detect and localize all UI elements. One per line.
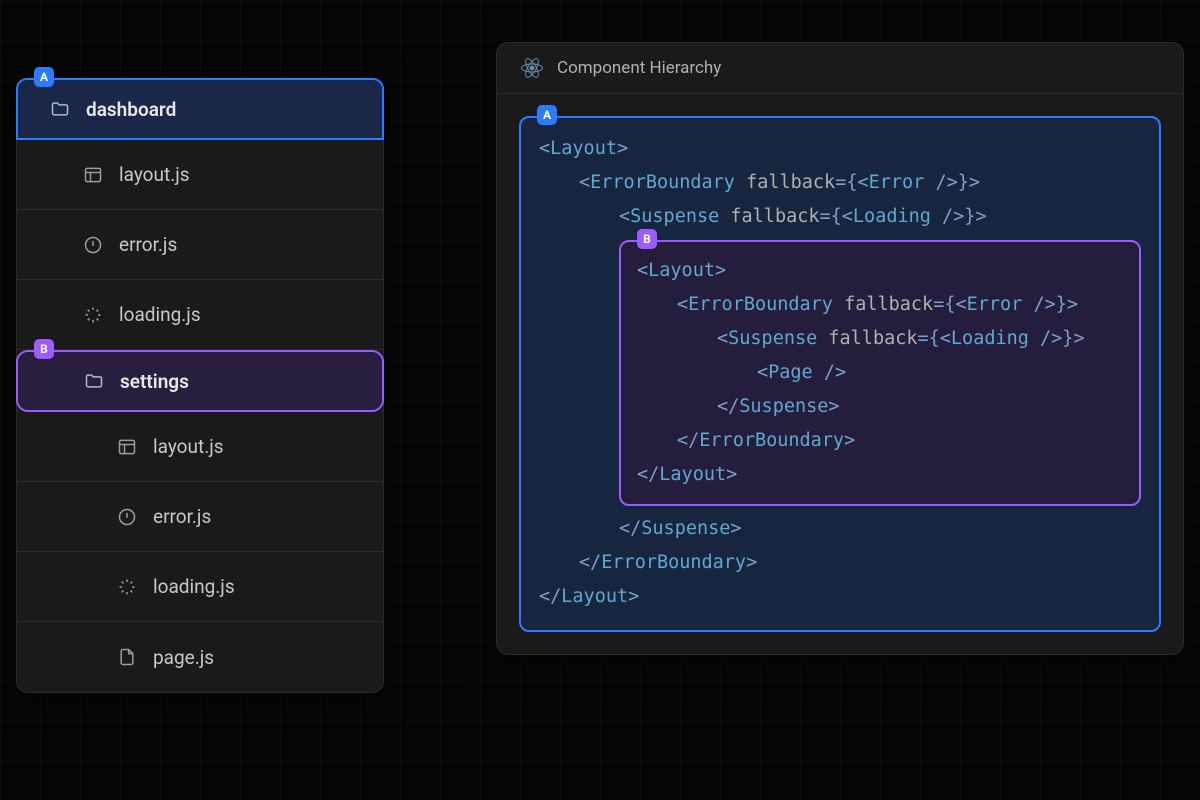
folder-label: settings xyxy=(120,370,189,393)
file-error-b[interactable]: error.js xyxy=(17,482,383,552)
code-line: </Layout> xyxy=(539,580,1141,614)
file-error-a[interactable]: error.js xyxy=(17,210,383,280)
error-icon xyxy=(117,507,137,527)
file-layout-a[interactable]: layout.js xyxy=(17,140,383,210)
folder-settings[interactable]: B settings xyxy=(16,350,384,412)
code-line: </ErrorBoundary> xyxy=(637,424,1123,458)
badge-b: B xyxy=(637,229,657,249)
code-line: </Suspense> xyxy=(637,390,1123,424)
file-loading-a[interactable]: loading.js xyxy=(17,280,383,350)
file-label: page.js xyxy=(153,646,214,669)
loading-icon xyxy=(117,577,137,597)
panel-title: Component Hierarchy xyxy=(557,58,721,78)
code-line: <Layout> xyxy=(637,254,1123,288)
code-line: </Suspense> xyxy=(539,512,1141,546)
error-icon xyxy=(83,235,103,255)
layout-icon xyxy=(117,437,137,457)
badge-b: B xyxy=(34,339,54,359)
outer-code-box: A <Layout> <ErrorBoundary fallback={<Err… xyxy=(519,116,1161,632)
file-label: error.js xyxy=(119,233,177,256)
file-loading-b[interactable]: loading.js xyxy=(17,552,383,622)
folder-label: dashboard xyxy=(86,98,176,121)
folder-icon xyxy=(50,99,70,119)
file-label: layout.js xyxy=(153,435,224,458)
react-icon xyxy=(521,57,543,79)
layout-icon xyxy=(83,165,103,185)
code-line: <Suspense fallback={<Loading />}> xyxy=(539,200,1141,234)
panel-header: Component Hierarchy xyxy=(497,43,1183,94)
inner-code-box: B <Layout> <ErrorBoundary fallback={<Err… xyxy=(619,240,1141,506)
code-line: <Layout> xyxy=(539,132,1141,166)
file-tree-panel: A dashboard layout.js error.js loading.j… xyxy=(16,78,384,693)
folder-dashboard[interactable]: A dashboard xyxy=(16,78,384,140)
file-page-b[interactable]: page.js xyxy=(17,622,383,692)
loading-icon xyxy=(83,305,103,325)
file-label: loading.js xyxy=(119,303,201,326)
code-line: <ErrorBoundary fallback={<Error />}> xyxy=(637,288,1123,322)
badge-a: A xyxy=(537,105,557,125)
file-label: loading.js xyxy=(153,575,235,598)
badge-a: A xyxy=(34,67,54,87)
code-line: <ErrorBoundary fallback={<Error />}> xyxy=(539,166,1141,200)
file-layout-b[interactable]: layout.js xyxy=(17,412,383,482)
code-line: </ErrorBoundary> xyxy=(539,546,1141,580)
page-icon xyxy=(117,647,137,667)
code-line: </Layout> xyxy=(637,458,1123,492)
file-label: error.js xyxy=(153,505,211,528)
code-line: <Page /> xyxy=(637,356,1123,390)
panel-body: A <Layout> <ErrorBoundary fallback={<Err… xyxy=(497,94,1183,654)
component-hierarchy-panel: Component Hierarchy A <Layout> <ErrorBou… xyxy=(496,42,1184,655)
file-label: layout.js xyxy=(119,163,190,186)
code-line: <Suspense fallback={<Loading />}> xyxy=(637,322,1123,356)
folder-icon xyxy=(84,371,104,391)
